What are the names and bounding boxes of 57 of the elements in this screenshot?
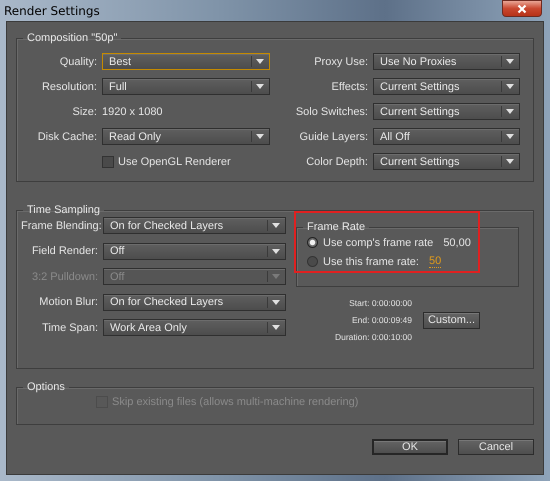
caret-icon xyxy=(272,223,280,228)
field-value: 1920 x 1080 xyxy=(102,106,164,118)
close-button[interactable] xyxy=(502,0,542,17)
dropdown[interactable]: Best xyxy=(102,53,270,70)
caret-icon xyxy=(256,84,264,89)
caret-icon xyxy=(506,59,514,64)
caret-icon xyxy=(506,84,514,89)
field-label: Disk Cache: xyxy=(36,130,97,142)
caret-icon xyxy=(256,59,264,64)
window-title: Render Settings xyxy=(4,4,100,18)
field-label: Size: xyxy=(72,106,97,118)
dropdown[interactable]: Read Only xyxy=(102,128,270,145)
caret-icon xyxy=(506,159,514,164)
dropdown[interactable]: Work Area Only xyxy=(103,319,286,336)
cancel-button[interactable]: Cancel xyxy=(458,439,534,455)
dropdown[interactable]: Off xyxy=(103,242,286,260)
caret-icon xyxy=(506,109,514,114)
dropdown[interactable]: Full xyxy=(102,78,270,95)
checkbox[interactable]: Use OpenGL Renderer xyxy=(102,156,270,168)
rate-value: 50,00 xyxy=(443,236,471,248)
field-label: Motion Blur: xyxy=(38,296,98,308)
custom-button[interactable]: Custom... xyxy=(423,312,480,328)
radio-label[interactable]: Use this frame rate: xyxy=(323,256,419,268)
caret-icon xyxy=(272,248,280,254)
time-readout: Duration: 0:00:10:00 xyxy=(334,331,412,343)
radio-button[interactable] xyxy=(307,237,318,248)
dropdown[interactable]: Current Settings xyxy=(373,103,520,120)
caret-icon xyxy=(272,325,280,330)
field-label: Proxy Use: xyxy=(313,56,368,68)
radio-button[interactable] xyxy=(307,256,318,267)
field-label: Quality: xyxy=(58,56,97,68)
caret-icon xyxy=(272,274,280,279)
field-label: Field Render: xyxy=(30,245,98,257)
group-title: Composition "50p" xyxy=(26,32,118,44)
dropdown[interactable]: On for Checked Layers xyxy=(103,217,286,234)
field-label: Guide Layers: xyxy=(298,130,368,142)
caret-icon xyxy=(272,300,280,304)
field-label: Solo Switches: xyxy=(294,106,368,118)
dropdown[interactable]: All Off xyxy=(373,128,520,145)
group-title: Frame Rate xyxy=(306,221,366,233)
ok-button[interactable]: OK xyxy=(372,439,448,455)
caret-icon xyxy=(506,134,514,139)
field-label: Resolution: xyxy=(40,80,97,92)
field-label: Effects: xyxy=(330,80,368,92)
field-label: Color Depth: xyxy=(305,156,368,168)
time-readout: Start: 0:00:00:00 xyxy=(349,297,412,309)
close-icon xyxy=(517,4,527,14)
dropdown[interactable]: Current Settings xyxy=(373,78,520,95)
radio-label[interactable]: Use comp's frame rate xyxy=(323,236,434,248)
time-readout: End: 0:00:09:49 xyxy=(352,314,412,326)
dropdown[interactable]: Use No Proxies xyxy=(373,53,520,70)
caret-icon xyxy=(256,134,264,139)
dropdown[interactable]: Current Settings xyxy=(373,153,520,170)
field-label: Time Span: xyxy=(41,322,98,334)
group-title: Time Sampling xyxy=(26,204,101,216)
dropdown[interactable]: On for Checked Layers xyxy=(103,294,286,310)
group-title: Options xyxy=(26,381,66,393)
